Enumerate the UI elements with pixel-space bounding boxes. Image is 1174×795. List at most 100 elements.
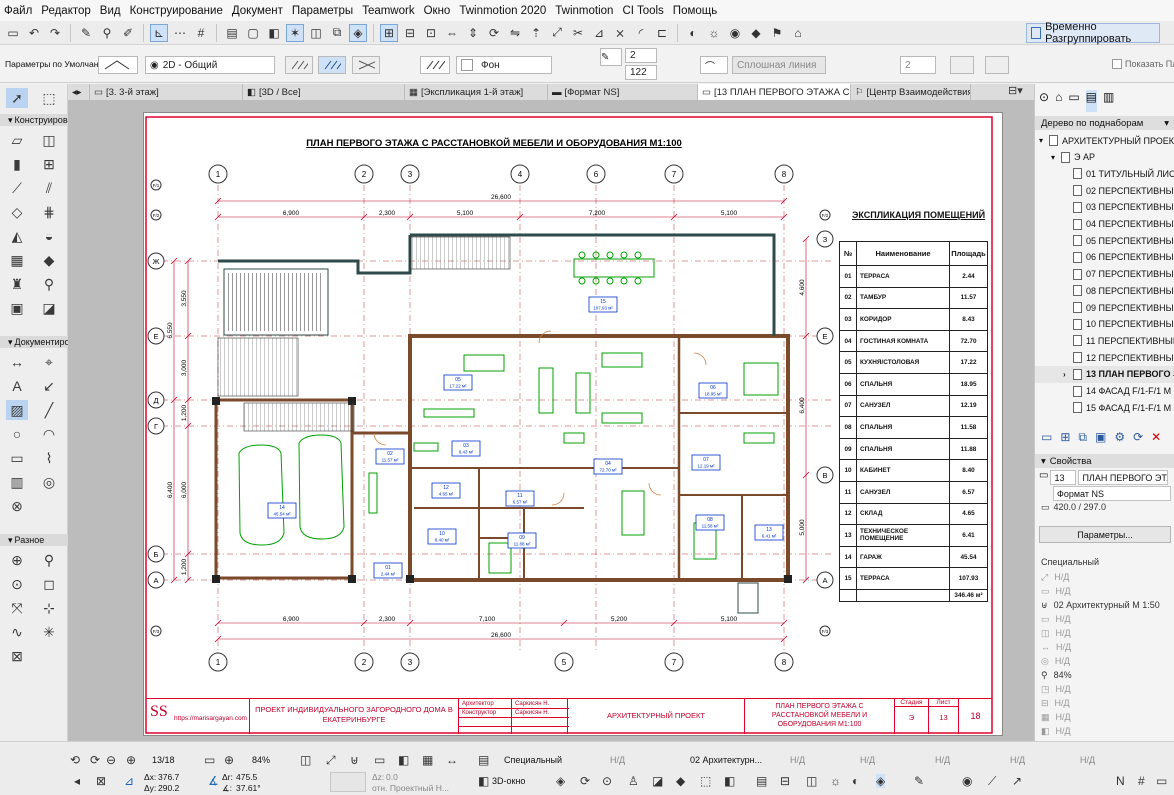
- shadow-icon[interactable]: ◐: [852, 774, 859, 788]
- tracker-icon[interactable]: ⊠: [96, 774, 106, 788]
- cube-icon[interactable]: ◈: [556, 774, 565, 788]
- split-icon[interactable]: ✂: [569, 24, 587, 42]
- page-indicator[interactable]: 13/18: [152, 755, 175, 765]
- marquee-tool-icon[interactable]: ⬚: [38, 88, 60, 108]
- camera-tool-icon[interactable]: ⊠: [6, 646, 28, 666]
- ungroup-icon[interactable]: ⊟: [401, 24, 419, 42]
- style-icon[interactable]: ▤: [756, 774, 767, 788]
- show-on-plan-checkbox[interactable]: [1112, 59, 1122, 69]
- tree-item[interactable]: 06 ПЕРСПЕКТИВНЫЙ: [1035, 249, 1174, 266]
- tree-item[interactable]: › 13 ПЛАН ПЕРВОГО Э: [1035, 365, 1174, 383]
- walk-icon[interactable]: ♙: [628, 774, 639, 788]
- mesh-tool-icon[interactable]: ◪: [38, 298, 60, 318]
- tab-sheet-13[interactable]: ▭[13 ПЛАН ПЕРВОГО ЭТАЖА С Р...×: [698, 84, 851, 100]
- fill-icon[interactable]: ◧: [265, 24, 283, 42]
- intersect-icon[interactable]: ⨯: [611, 24, 629, 42]
- section-more[interactable]: ▾ Разное: [0, 534, 68, 546]
- tree-item[interactable]: 05 ПЕРСПЕКТИВНЫЙ: [1035, 232, 1174, 249]
- offset-icon[interactable]: ⊏: [653, 24, 671, 42]
- adjust-icon[interactable]: ⊿: [590, 24, 608, 42]
- master-layout-select[interactable]: Формат NS: [1053, 486, 1171, 501]
- line-tool-icon[interactable]: ╱: [38, 400, 60, 420]
- menu-item[interactable]: Документ: [232, 5, 283, 17]
- view-map-icon[interactable]: ⌂: [1055, 90, 1062, 112]
- menu-item[interactable]: Параметры: [292, 5, 353, 17]
- door-tool-icon[interactable]: ◫: [38, 130, 60, 150]
- fill-pen-select[interactable]: ✎: [600, 48, 622, 66]
- pen-2-field[interactable]: 122: [625, 65, 657, 80]
- sun-icon[interactable]: ☼: [830, 774, 841, 788]
- railing-tool-icon[interactable]: ⋕: [38, 202, 60, 222]
- settings-icon[interactable]: ⚙: [1114, 430, 1125, 450]
- layout-id-field[interactable]: 13: [1050, 470, 1077, 485]
- layout-icon[interactable]: ▭: [1156, 774, 1167, 788]
- camera-icon[interactable]: ◉: [962, 774, 972, 788]
- background-select[interactable]: Фон: [456, 56, 552, 74]
- parameters-button[interactable]: Параметры...: [1039, 526, 1171, 543]
- camera-icon[interactable]: ◉: [726, 24, 744, 42]
- fill-tool-icon[interactable]: ▨: [6, 400, 28, 420]
- delete-icon[interactable]: ✕: [1151, 430, 1161, 450]
- tree-item[interactable]: 04 ПЕРСПЕКТИВНЫЙ: [1035, 216, 1174, 233]
- temporarily-ungroup-button[interactable]: Временно Разгруппировать: [1026, 21, 1160, 45]
- extra-btn-b[interactable]: [985, 56, 1009, 74]
- hotspot-tool-icon[interactable]: ⊹: [38, 598, 60, 618]
- line-type-select[interactable]: Сплошная линия: [732, 56, 826, 74]
- polyline-tool-icon[interactable]: ⌇: [38, 448, 60, 468]
- layers-icon[interactable]: ▤: [223, 24, 241, 42]
- publisher-sets-icon[interactable]: ▤: [1085, 90, 1097, 112]
- 3d-window-icon[interactable]: ◧: [478, 774, 489, 788]
- elevate-icon[interactable]: ⇡: [527, 24, 545, 42]
- tree-item[interactable]: 01 ТИТУЛЬНЫЙ ЛИСТ: [1035, 165, 1174, 182]
- zoom-out-icon[interactable]: ⊖: [106, 753, 116, 767]
- grid-tool-icon[interactable]: ⊕: [6, 550, 28, 570]
- interior-elevation-tool-icon[interactable]: ◻: [38, 574, 60, 594]
- shell-tool-icon[interactable]: ◒: [38, 226, 60, 246]
- menu-item[interactable]: Вид: [100, 5, 121, 17]
- north-icon[interactable]: N: [1116, 774, 1125, 788]
- menu-item[interactable]: Редактор: [41, 5, 91, 17]
- refresh-icon[interactable]: ⟳: [1133, 430, 1143, 450]
- view-mode-select[interactable]: ◉ 2D - Общий: [145, 56, 275, 74]
- eyedropper-icon[interactable]: ⚲: [98, 24, 116, 42]
- fill-pattern-select[interactable]: [420, 56, 450, 74]
- model-view-icon[interactable]: ◧: [398, 753, 409, 767]
- line-type-btn[interactable]: ⌒: [700, 56, 728, 74]
- figure-tool-icon[interactable]: ▭: [6, 448, 28, 468]
- arrow-tool-icon[interactable]: ➚: [6, 88, 28, 108]
- tree-item[interactable]: 03 ПЕРСПЕКТИВНЫЙ: [1035, 199, 1174, 216]
- tree-item[interactable]: 02 ПЕРСПЕКТИВНЫЙ: [1035, 182, 1174, 199]
- wall-tool-icon[interactable]: ▱: [6, 130, 28, 150]
- grad-cap-icon[interactable]: ⌂: [789, 24, 807, 42]
- fill-type-b[interactable]: [318, 56, 346, 74]
- fillet-icon[interactable]: ◜: [632, 24, 650, 42]
- render-icon[interactable]: ◈: [876, 774, 886, 788]
- orbit-icon[interactable]: ⊙: [602, 774, 612, 788]
- new-layout-icon[interactable]: ▭: [1041, 430, 1052, 450]
- rotate-view-icon[interactable]: ◫: [300, 753, 311, 767]
- zone-tool-icon[interactable]: ▣: [6, 298, 28, 318]
- perspective-icon[interactable]: ◪: [652, 774, 663, 788]
- level-dimension-tool-icon[interactable]: ⌖: [38, 352, 60, 372]
- tree-item[interactable]: 07 ПЕРСПЕКТИВНЫЙ: [1035, 266, 1174, 283]
- tree-item[interactable]: ▾ АРХИТЕКТУРНЫЙ ПРОЕКТ: [1035, 132, 1174, 149]
- menu-item[interactable]: CI Tools: [622, 5, 663, 17]
- column-tool-icon[interactable]: ▮: [6, 154, 28, 174]
- zoom-level[interactable]: 84%: [252, 755, 270, 765]
- tab-format-ns[interactable]: ▬ [Формат NS]: [548, 84, 698, 100]
- menu-item[interactable]: Окно: [424, 5, 451, 17]
- layer-status[interactable]: 02 Архитектурн...: [690, 755, 762, 765]
- pen-style-select[interactable]: [98, 56, 138, 74]
- lock-icon[interactable]: ⊡: [422, 24, 440, 42]
- flyover-icon[interactable]: ↗: [1012, 774, 1022, 788]
- tab-floor-3[interactable]: ▭ [3. 3-й этаж]: [90, 84, 243, 100]
- project-map-icon[interactable]: ⊙: [1039, 90, 1049, 112]
- navigator-header[interactable]: Дерево по поднаборам ▾: [1035, 116, 1174, 130]
- spline-tool-icon[interactable]: ∿: [6, 622, 28, 642]
- tab-menu-icon[interactable]: ⊟▾: [1008, 84, 1023, 97]
- drawing-tool-icon[interactable]: ▥: [6, 472, 28, 492]
- tab-explication[interactable]: ▦ [Экспликация 1-й этаж]: [405, 84, 548, 100]
- curtain-wall-tool-icon[interactable]: ▦: [6, 250, 28, 270]
- render-icon[interactable]: ◐: [684, 24, 702, 42]
- sketch-icon[interactable]: ✎: [914, 774, 924, 788]
